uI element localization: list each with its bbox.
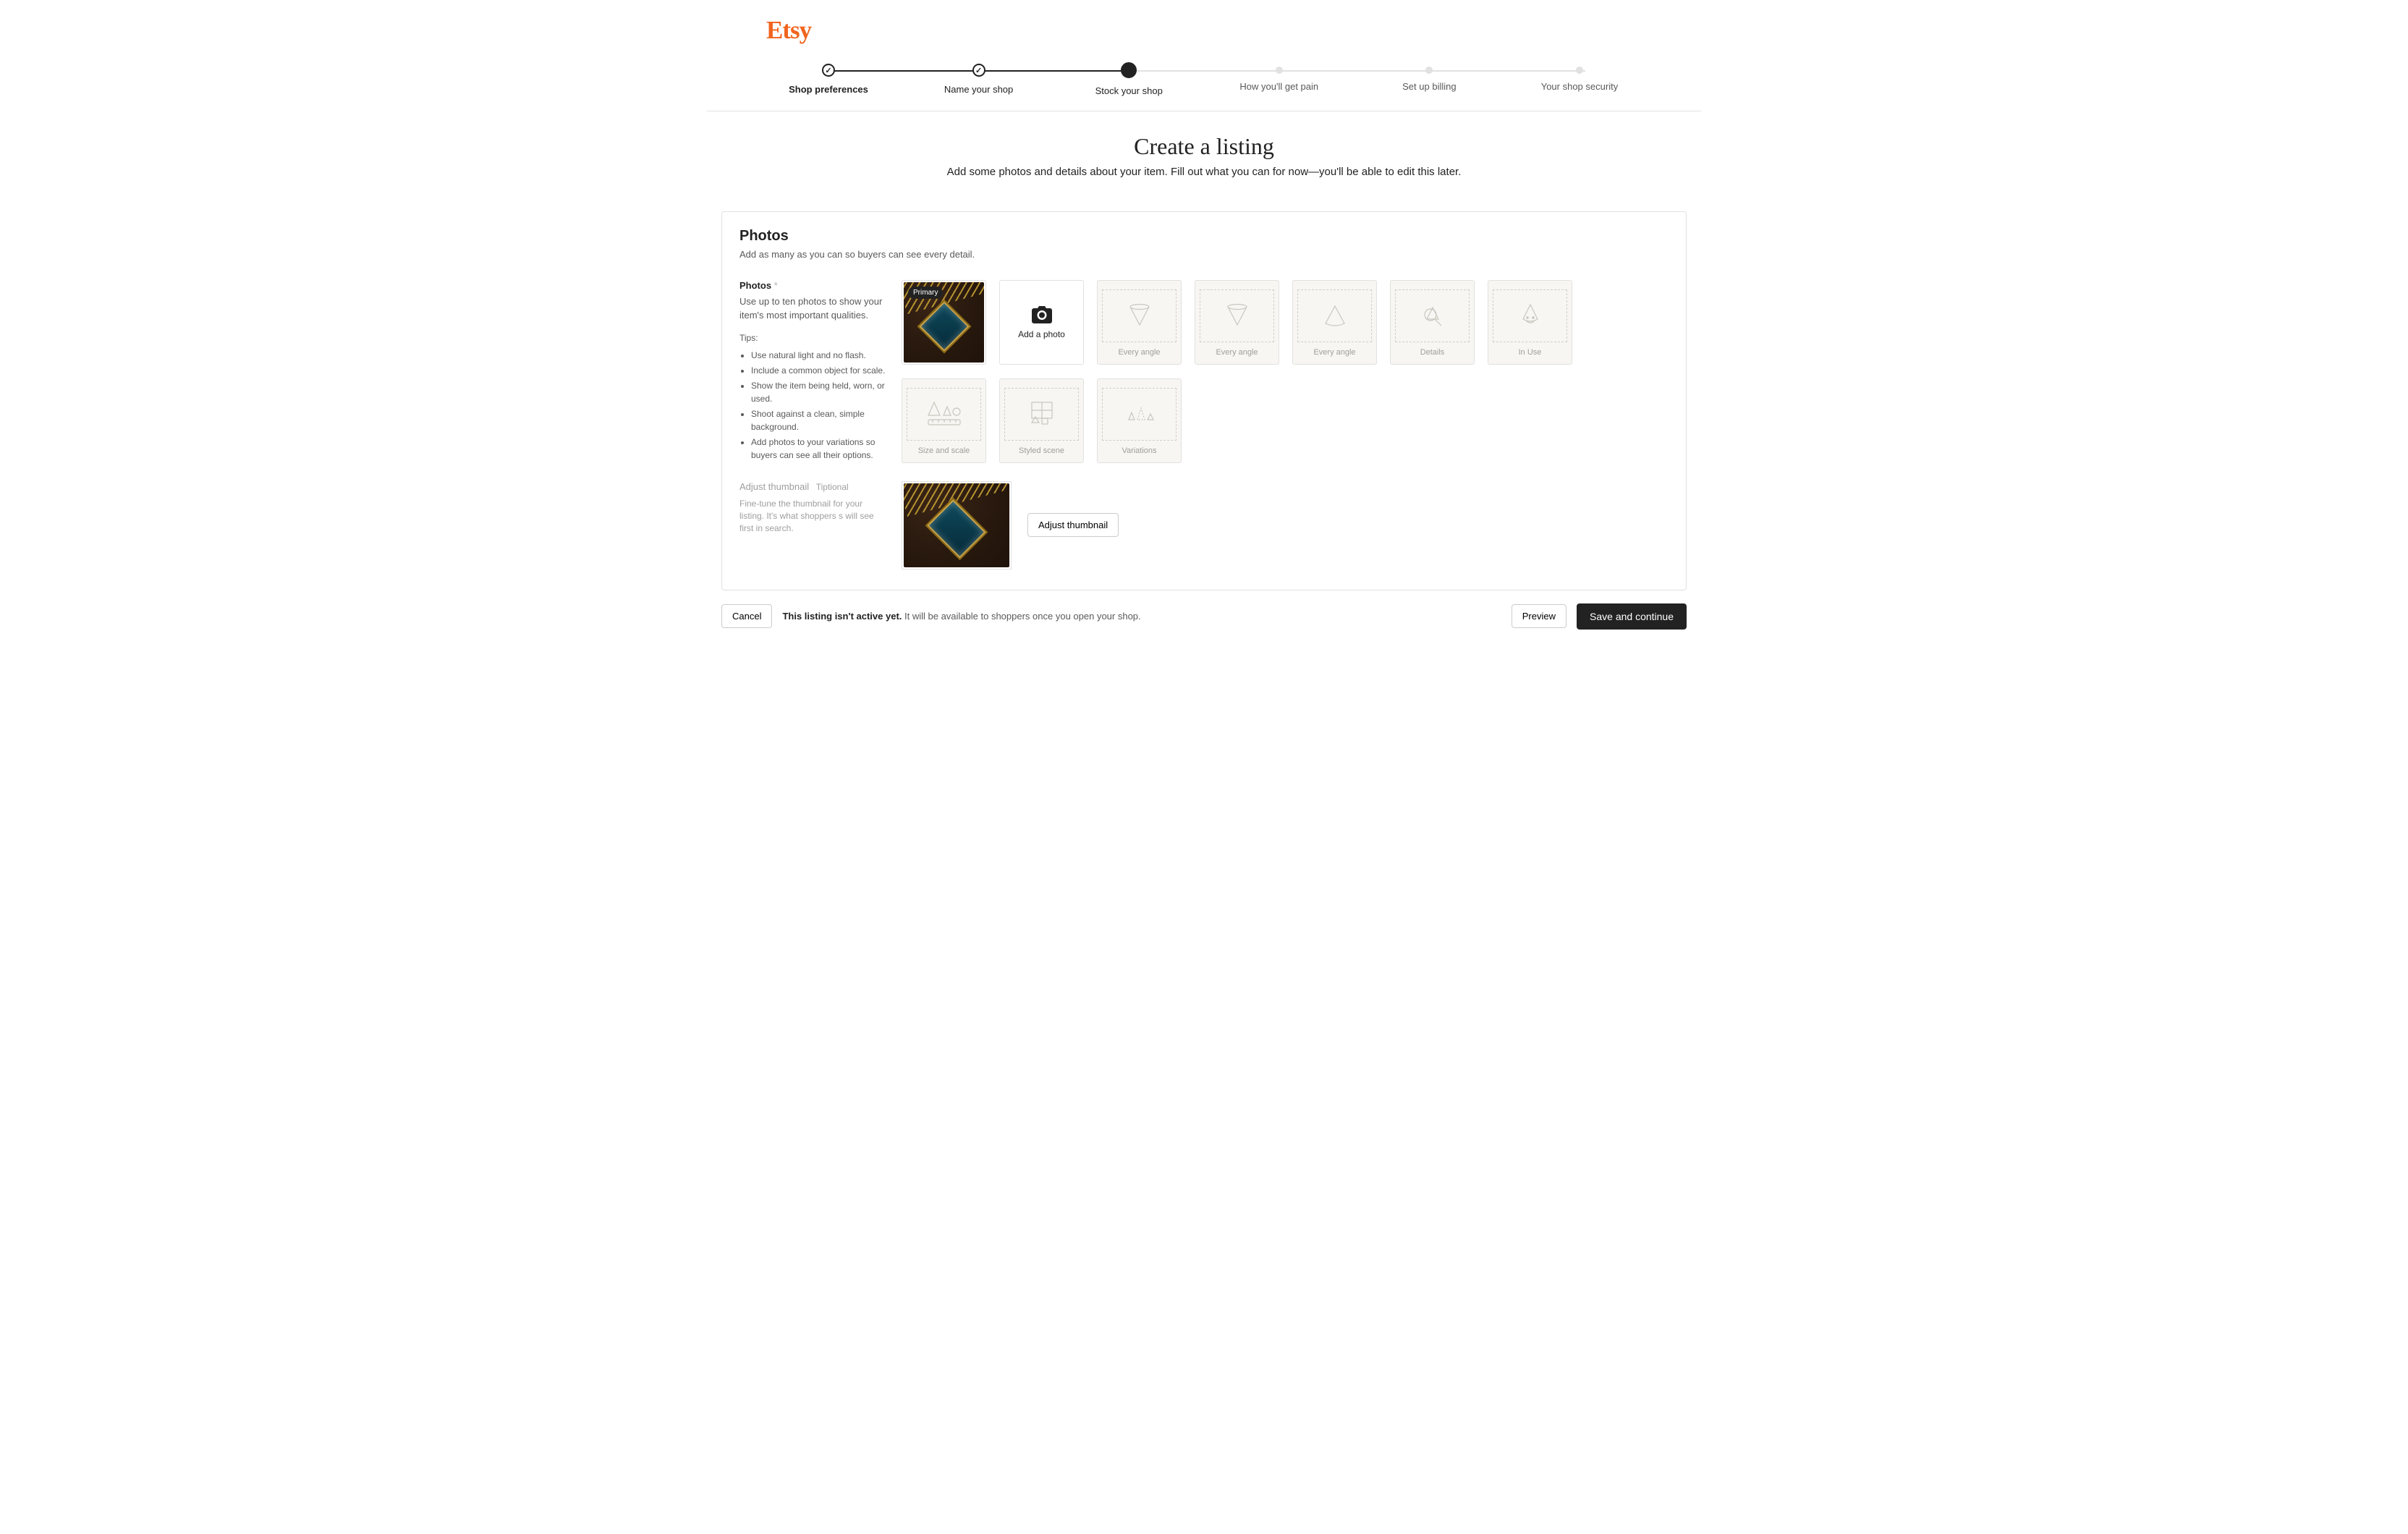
photo-slot-placeholder[interactable]: Size and scale (902, 378, 986, 463)
section-title: Photos (739, 228, 1669, 245)
adjust-thumbnail-button[interactable]: Adjust thumbnail (1027, 513, 1119, 537)
thumbnail-image (904, 483, 1009, 567)
tips-heading: Tips: (739, 333, 886, 343)
page-subtitle: Add some photos and details about your i… (707, 166, 1701, 178)
tip-item: Add photos to your variations so buyers … (751, 436, 886, 462)
every-angle-icon (1102, 289, 1177, 342)
photos-card: Photos Add as many as you can so buyers … (721, 211, 1687, 590)
thumbnail-help: Adjust thumbnail Tiptional Fine-tune the… (739, 481, 886, 569)
footer-bar: Cancel This listing isn't active yet. It… (707, 590, 1701, 644)
preview-button[interactable]: Preview (1512, 604, 1567, 628)
step-label: Name your shop (944, 84, 1013, 95)
pending-step-icon (1276, 67, 1283, 74)
step-get-paid: How you'll get pain (1236, 64, 1323, 96)
step-label: How you'll get pain (1239, 81, 1318, 92)
tips-list: Use natural light and no flash. Include … (739, 349, 886, 462)
step-label: Stock your shop (1095, 85, 1163, 96)
thumbnail-label: Adjust thumbnail Tiptional (739, 481, 886, 492)
step-label: Set up billing (1402, 81, 1456, 92)
photo-slot-primary[interactable]: Primary (902, 280, 986, 365)
onboarding-stepper: Shop preferences Name your shop Stock yo… (707, 55, 1701, 111)
in-use-icon (1493, 289, 1567, 342)
styled-scene-icon (1004, 388, 1079, 441)
step-billing: Set up billing (1386, 64, 1472, 96)
check-icon (972, 64, 985, 77)
photo-slot-placeholder[interactable]: Every angle (1195, 280, 1279, 365)
photo-slot-placeholder[interactable]: In Use (1488, 280, 1572, 365)
step-label: Your shop security (1541, 81, 1618, 92)
check-icon (822, 64, 835, 77)
step-shop-preferences[interactable]: Shop preferences (785, 64, 872, 96)
cancel-button[interactable]: Cancel (721, 604, 772, 628)
pending-step-icon (1425, 67, 1433, 74)
current-step-icon (1121, 62, 1137, 78)
pending-step-icon (1576, 67, 1583, 74)
add-photo-button[interactable]: Add a photo (999, 280, 1084, 365)
tip-item: Show the item being held, worn, or used. (751, 379, 886, 405)
photo-slot-placeholder[interactable]: Every angle (1292, 280, 1377, 365)
photo-slot-placeholder[interactable]: Every angle (1097, 280, 1182, 365)
tip-item: Use natural light and no flash. (751, 349, 886, 362)
primary-badge: Primary (908, 287, 943, 299)
logo[interactable]: Etsy (707, 0, 1701, 55)
section-subtitle: Add as many as you can so buyers can see… (739, 249, 1669, 260)
photos-help-sidebar: Photos * Use up to ten photos to show yo… (739, 280, 886, 464)
photo-slot-placeholder[interactable]: Styled scene (999, 378, 1084, 463)
photo-grid: Primary Add a photo (902, 280, 1669, 464)
thumbnail-description: Fine-tune the thumbnail for your listing… (739, 498, 886, 535)
logo-text: Etsy (766, 16, 811, 44)
step-label: Shop preferences (789, 84, 868, 95)
size-scale-icon (907, 388, 981, 441)
every-angle-icon (1297, 289, 1372, 342)
photo-slot-placeholder[interactable]: Variations (1097, 378, 1182, 463)
camera-icon (1032, 306, 1052, 323)
add-photo-label: Add a photo (1018, 329, 1065, 339)
details-icon (1395, 289, 1470, 342)
step-security: Your shop security (1536, 64, 1623, 96)
step-stock-shop[interactable]: Stock your shop (1085, 64, 1172, 96)
save-continue-button[interactable]: Save and continue (1577, 603, 1687, 630)
every-angle-icon (1200, 289, 1274, 342)
thumbnail-preview[interactable] (902, 481, 1012, 569)
photo-slot-placeholder[interactable]: Details (1390, 280, 1475, 365)
tip-item: Shoot against a clean, simple background… (751, 407, 886, 433)
step-name-shop[interactable]: Name your shop (936, 64, 1022, 96)
listing-status: This listing isn't active yet. It will b… (782, 611, 1140, 622)
page-title: Create a listing (707, 133, 1701, 160)
field-description: Use up to ten photos to show your item's… (739, 295, 886, 323)
variations-icon (1102, 388, 1177, 441)
field-label: Photos * (739, 280, 886, 291)
tip-item: Include a common object for scale. (751, 364, 886, 377)
